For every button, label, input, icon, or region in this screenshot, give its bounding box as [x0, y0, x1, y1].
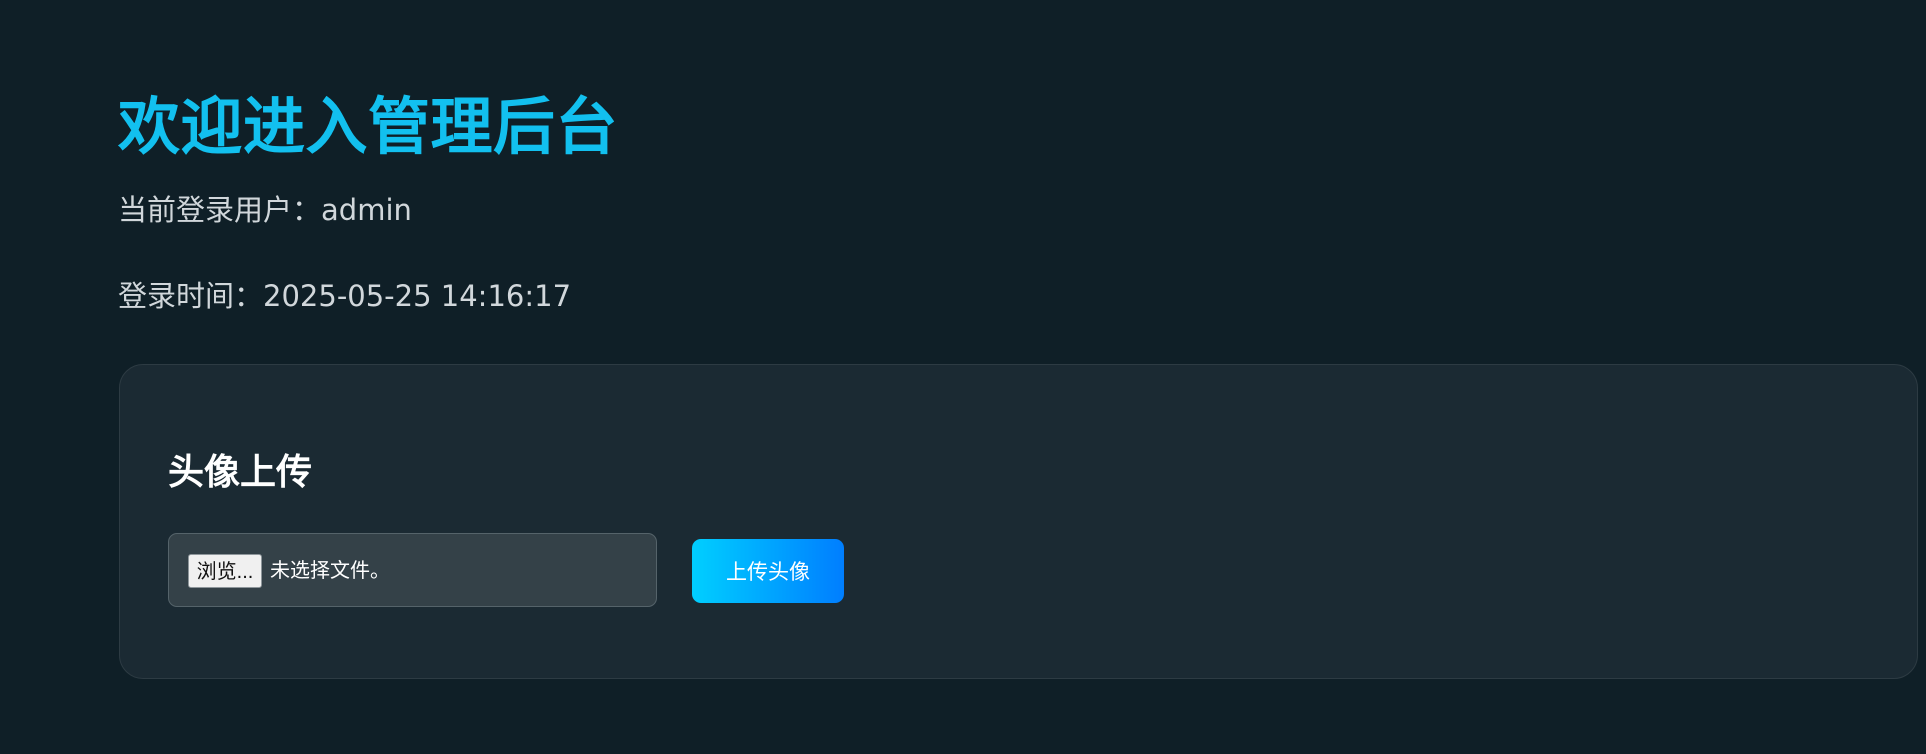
page-title: 欢迎进入管理后台 [118, 90, 619, 163]
login-time-label: 登录时间： [118, 279, 264, 313]
current-user-value: admin [321, 193, 412, 227]
avatar-upload-title: 头像上传 [168, 452, 313, 493]
current-user-line: 当前登录用户：admin [118, 190, 412, 230]
login-time-line: 登录时间：2025-05-25 14:16:17 [118, 276, 571, 316]
admin-dashboard-page: 欢迎进入管理后台 当前登录用户：admin 登录时间：2025-05-25 14… [118, 0, 1918, 754]
login-time-value: 2025-05-25 14:16:17 [263, 279, 572, 313]
current-user-label: 当前登录用户： [118, 193, 322, 227]
browse-button[interactable]: 浏览... [188, 554, 262, 588]
avatar-upload-card: 头像上传 浏览... 未选择文件。 上传头像 [119, 364, 1918, 679]
file-selection-status: 未选择文件。 [270, 558, 390, 582]
avatar-file-input[interactable]: 浏览... 未选择文件。 [168, 533, 657, 607]
upload-avatar-button[interactable]: 上传头像 [692, 539, 844, 603]
